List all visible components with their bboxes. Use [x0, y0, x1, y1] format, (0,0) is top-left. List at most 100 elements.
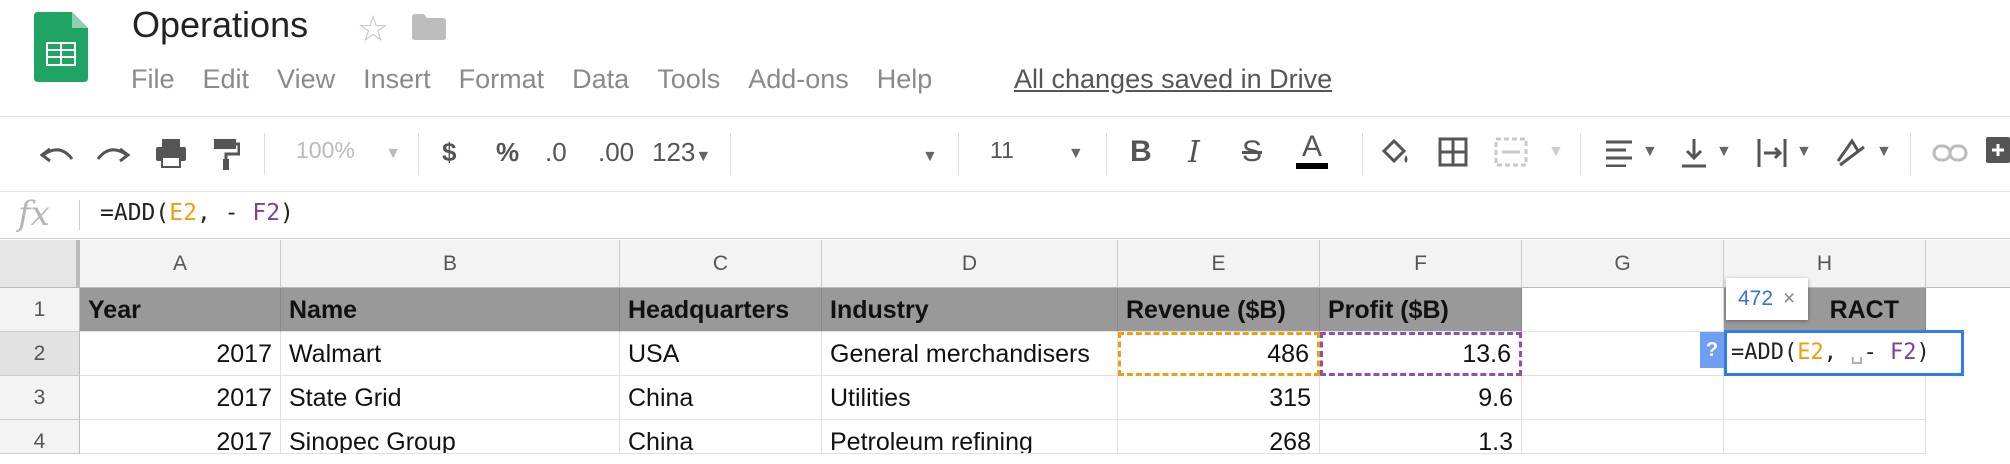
column-header-b[interactable]: B [281, 240, 620, 288]
paint-format-icon[interactable] [212, 137, 240, 171]
cell-c3[interactable]: China [620, 376, 822, 420]
cell-c2[interactable]: USA [620, 332, 822, 376]
cell-c4[interactable]: China [620, 420, 822, 454]
chevron-down-icon[interactable]: ▼ [1796, 143, 1812, 161]
cell-g4[interactable] [1522, 420, 1724, 454]
vertical-align-icon[interactable] [1680, 137, 1708, 169]
cell-d4[interactable]: Petroleum refining [822, 420, 1118, 454]
cell-d1[interactable]: Industry [822, 288, 1118, 332]
menu-view[interactable]: View [277, 64, 335, 95]
font-size-select[interactable]: 11 ▼ [990, 137, 1084, 164]
borders-icon[interactable] [1438, 137, 1468, 167]
more-formats-button[interactable]: 123▼ [652, 137, 711, 168]
italic-button[interactable]: I [1188, 135, 1200, 170]
cell-d3[interactable]: Utilities [822, 376, 1118, 420]
row-header-2[interactable]: 2 [0, 332, 80, 376]
menu-format[interactable]: Format [459, 64, 545, 95]
cell-e1[interactable]: Revenue ($B) [1118, 288, 1320, 332]
chevron-down-icon[interactable]: ▼ [1716, 143, 1732, 161]
cell-f3[interactable]: 9.6 [1320, 376, 1522, 420]
column-header-a[interactable]: A [80, 240, 281, 288]
chevron-down-icon[interactable]: ▼ [1548, 143, 1564, 161]
cell-a2[interactable]: 2017 [80, 332, 281, 376]
font-family-select[interactable]: ▼ [922, 137, 938, 168]
menu-insert[interactable]: Insert [363, 64, 431, 95]
cell-a4[interactable]: 2017 [80, 420, 281, 454]
cell-a1[interactable]: Year [80, 288, 281, 332]
insert-comment-icon[interactable] [1986, 137, 2010, 167]
sheets-logo-icon[interactable] [34, 12, 88, 82]
chevron-down-icon: ▼ [1067, 145, 1084, 162]
zoom-select[interactable]: 100% ▼ [296, 137, 401, 164]
select-all-corner[interactable] [0, 240, 80, 288]
fill-color-icon[interactable] [1378, 137, 1412, 169]
column-header-c[interactable]: C [620, 240, 822, 288]
bold-button[interactable]: B [1130, 135, 1152, 169]
cell-b2[interactable]: Walmart [281, 332, 620, 376]
menu-addons[interactable]: Add-ons [748, 64, 849, 95]
undo-icon[interactable] [40, 139, 74, 169]
cell-e2[interactable]: 486 [1118, 332, 1320, 376]
row-header-3[interactable]: 3 [0, 376, 80, 420]
increase-decimal-button[interactable]: .00 [598, 137, 634, 168]
formula-input[interactable]: =ADD(E2, - F2) [100, 200, 294, 226]
currency-format-button[interactable]: $ [442, 137, 456, 168]
star-icon[interactable]: ☆ [357, 8, 389, 50]
formula-ref-f2: F2 [252, 200, 281, 226]
document-title[interactable]: Operations [132, 4, 308, 46]
strikethrough-button[interactable]: S [1242, 135, 1262, 169]
cell-f4[interactable]: 1.3 [1320, 420, 1522, 454]
cell-h3[interactable] [1724, 376, 1926, 420]
chevron-down-icon: ▼ [922, 148, 938, 165]
menu-edit[interactable]: Edit [203, 64, 250, 95]
menu-bar: File Edit View Insert Format Data Tools … [131, 64, 960, 95]
close-icon[interactable]: × [1783, 287, 1795, 310]
column-header-i[interactable] [1926, 240, 2010, 288]
cell-b3[interactable]: State Grid [281, 376, 620, 420]
menu-data[interactable]: Data [572, 64, 629, 95]
folder-icon[interactable] [412, 14, 446, 40]
formula-help-icon[interactable]: ? [1700, 332, 1724, 368]
cell-f1[interactable]: Profit ($B) [1320, 288, 1522, 332]
cell-e3[interactable]: 315 [1118, 376, 1320, 420]
cell-b4[interactable]: Sinopec Group [281, 420, 620, 454]
toolbar: 100% ▼ $ % .0 .00 123▼ ▼ 11 ▼ B I S A ▼ ▼… [0, 116, 2010, 192]
cell-g2[interactable] [1522, 332, 1724, 376]
column-header-g[interactable]: G [1522, 240, 1724, 288]
column-header-f[interactable]: F [1320, 240, 1522, 288]
menu-help[interactable]: Help [877, 64, 933, 95]
editor-ref-f2: F2 [1889, 340, 1917, 365]
cell-a3[interactable]: 2017 [80, 376, 281, 420]
decrease-decimal-button[interactable]: .0 [545, 137, 567, 168]
row-header-4[interactable]: 4 [0, 420, 80, 454]
print-icon[interactable] [154, 137, 188, 169]
cell-e4[interactable]: 268 [1118, 420, 1320, 454]
formula-middle: , - [196, 200, 253, 226]
column-header-d[interactable]: D [822, 240, 1118, 288]
text-wrapping-icon[interactable] [1756, 137, 1788, 169]
font-size-value: 11 [990, 137, 1014, 163]
cell-g1[interactable] [1522, 288, 1724, 332]
chevron-down-icon: ▼ [695, 148, 712, 165]
chevron-down-icon[interactable]: ▼ [1876, 143, 1892, 161]
cell-c1[interactable]: Headquarters [620, 288, 822, 332]
text-color-button[interactable]: A [1296, 131, 1329, 169]
merge-cells-icon[interactable] [1494, 137, 1528, 167]
cell-b1[interactable]: Name [281, 288, 620, 332]
percent-format-button[interactable]: % [496, 137, 519, 168]
save-status-link[interactable]: All changes saved in Drive [1014, 64, 1332, 95]
row-header-1[interactable]: 1 [0, 288, 80, 332]
cell-d2[interactable]: General merchandisers [822, 332, 1118, 376]
text-rotation-icon[interactable] [1834, 137, 1868, 167]
menu-file[interactable]: File [131, 64, 175, 95]
cell-h4[interactable] [1724, 420, 1926, 454]
column-header-e[interactable]: E [1118, 240, 1320, 288]
chevron-down-icon[interactable]: ▼ [1642, 143, 1658, 161]
cell-g3[interactable] [1522, 376, 1724, 420]
cell-f2[interactable]: 13.6 [1320, 332, 1522, 376]
cell-editor-h2[interactable]: =ADD(E2, ␣- F2) [1724, 330, 1964, 376]
menu-tools[interactable]: Tools [657, 64, 720, 95]
redo-icon[interactable] [96, 139, 130, 169]
horizontal-align-icon[interactable] [1604, 139, 1634, 167]
insert-link-icon[interactable] [1932, 143, 1968, 163]
